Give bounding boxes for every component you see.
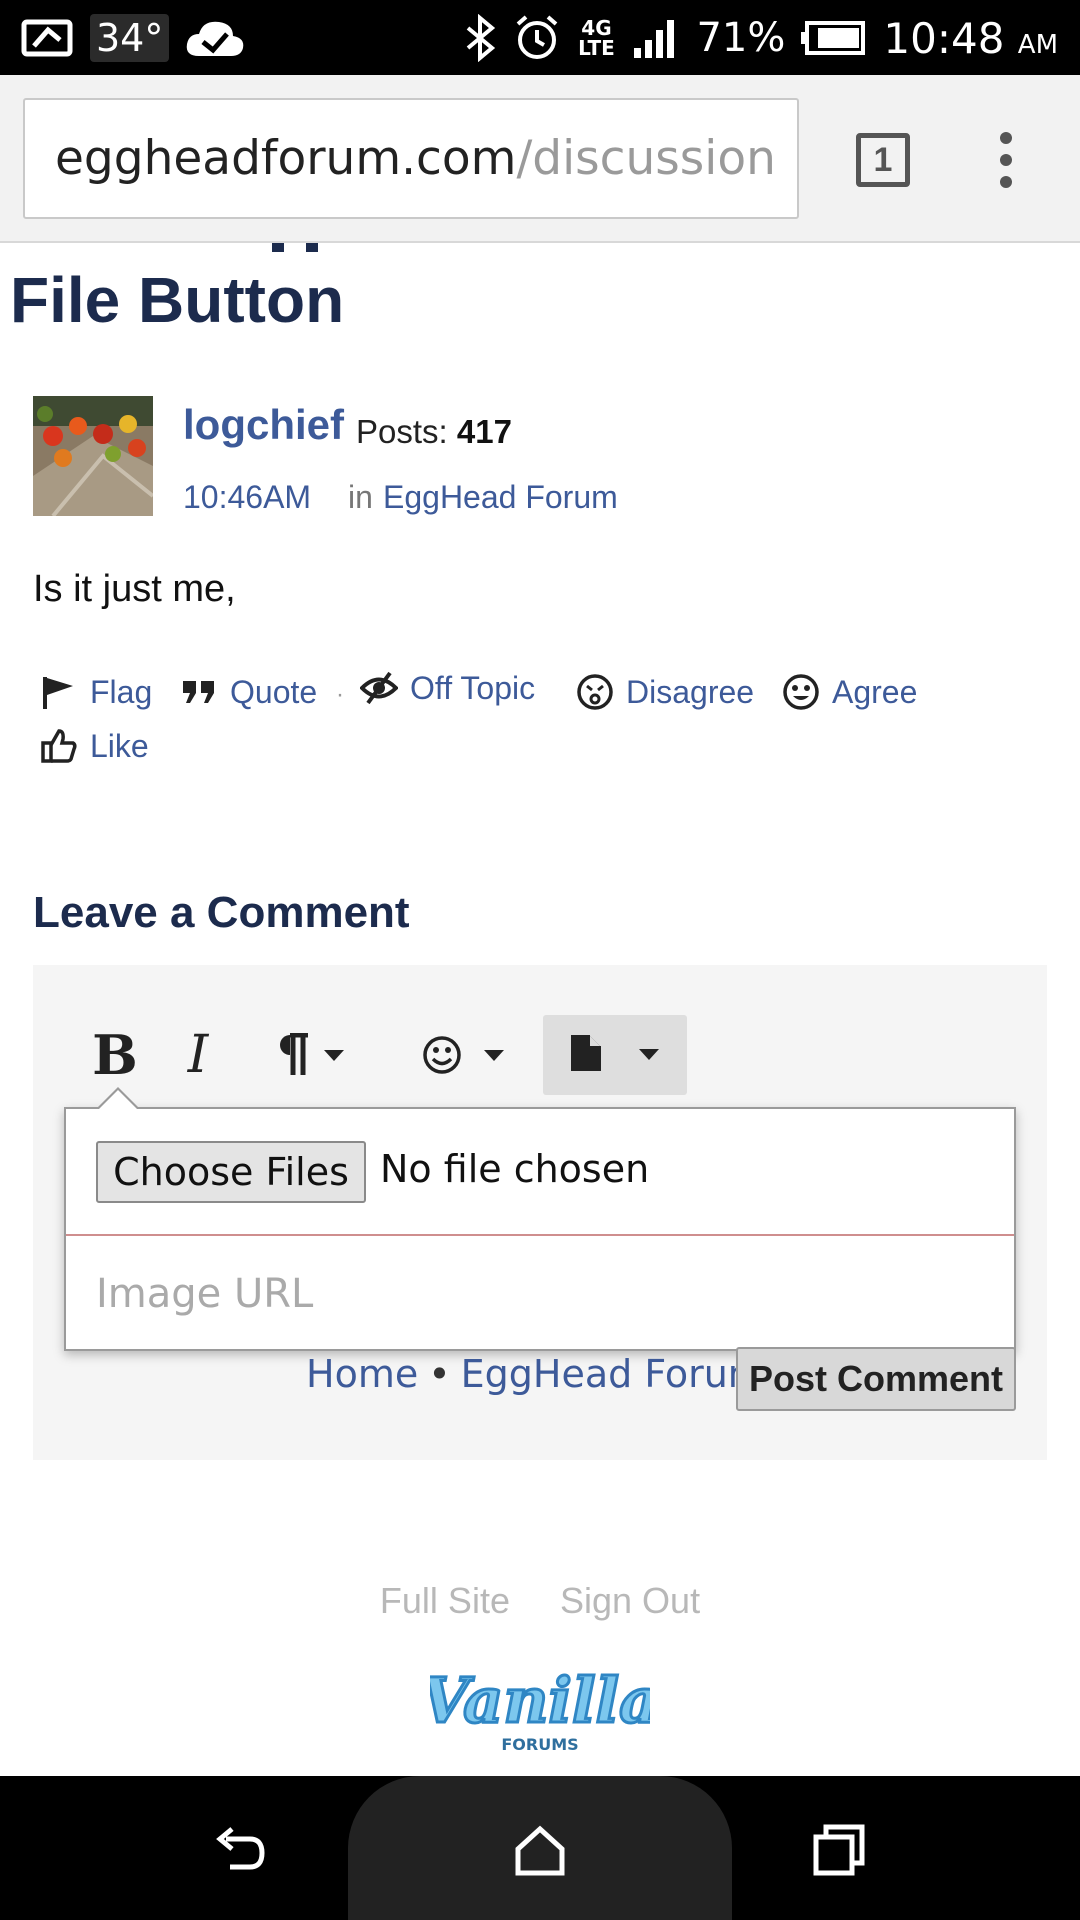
avatar[interactable] bbox=[33, 396, 153, 516]
sign-out-link[interactable]: Sign Out bbox=[560, 1580, 700, 1621]
post-count: Posts: 417 bbox=[356, 413, 512, 450]
off-topic-icon bbox=[360, 671, 398, 705]
off-topic-button[interactable]: Off Topic bbox=[360, 669, 535, 707]
svg-text:Vanilla: Vanilla bbox=[430, 1664, 650, 1737]
alarm-icon bbox=[517, 15, 558, 59]
cloud-check-icon bbox=[187, 21, 244, 56]
footer-links: Full Site Sign Out bbox=[0, 1580, 1080, 1622]
network-type: 4G LTE bbox=[578, 16, 615, 60]
page-title: File Button bbox=[10, 264, 345, 336]
quote-button[interactable]: Quote bbox=[180, 673, 317, 711]
in-label: in bbox=[348, 479, 373, 515]
paragraph-format-button[interactable] bbox=[265, 1015, 355, 1095]
flag-button[interactable]: Flag bbox=[40, 673, 152, 711]
recent-apps-icon[interactable] bbox=[812, 1823, 868, 1879]
post-time-link[interactable]: 10:46AM bbox=[183, 479, 311, 516]
battery-percent: 71% bbox=[696, 15, 786, 61]
file-icon bbox=[571, 1035, 601, 1071]
browser-toolbar: eggheadforum.com/discussion 1 bbox=[0, 75, 1080, 243]
agree-button[interactable]: Agree bbox=[782, 673, 917, 711]
svg-text:FORUMS: FORUMS bbox=[501, 1735, 578, 1754]
italic-button[interactable]: I bbox=[173, 1015, 223, 1095]
quote-icon bbox=[183, 681, 214, 703]
breadcrumb-separator: • bbox=[428, 1352, 451, 1396]
disagree-icon bbox=[577, 674, 613, 710]
comment-heading: Leave a Comment bbox=[33, 888, 410, 937]
category-link[interactable]: EggHead Forum bbox=[383, 479, 618, 516]
popup-arrow bbox=[96, 1087, 140, 1110]
popup-divider bbox=[66, 1234, 1014, 1236]
bold-button[interactable]: B bbox=[85, 1015, 145, 1095]
page-content: File Button logchief Posts: 417 10:46AM … bbox=[0, 243, 1080, 1776]
android-nav-bar bbox=[0, 1776, 1080, 1920]
breadcrumb: Home • EggHead Forum bbox=[306, 1352, 765, 1396]
post-comment-button[interactable]: Post Comment bbox=[736, 1347, 1016, 1411]
back-icon[interactable] bbox=[212, 1823, 268, 1879]
paragraph-icon bbox=[280, 1033, 308, 1075]
reaction-separator: · bbox=[336, 681, 344, 708]
post-body: Is it just me, bbox=[33, 568, 236, 610]
thumbs-up-icon bbox=[41, 729, 77, 763]
home-icon[interactable] bbox=[512, 1823, 568, 1879]
full-site-link[interactable]: Full Site bbox=[380, 1580, 510, 1621]
vanilla-forums-logo[interactable]: Vanilla FORUMS bbox=[419, 1652, 661, 1762]
choose-files-button[interactable]: Choose Files bbox=[96, 1141, 366, 1203]
image-url-input[interactable] bbox=[96, 1259, 976, 1329]
chevron-down-icon bbox=[639, 1049, 659, 1060]
disagree-button[interactable]: Disagree bbox=[576, 673, 754, 711]
flag-icon bbox=[43, 677, 73, 709]
tab-switcher-button[interactable]: 1 bbox=[856, 133, 910, 187]
file-upload-popup: Choose Files No file chosen bbox=[64, 1087, 1016, 1351]
emoji-icon bbox=[423, 1036, 461, 1074]
signal-icon bbox=[634, 20, 675, 58]
url-path: /discussion bbox=[516, 131, 776, 186]
chevron-down-icon bbox=[484, 1049, 504, 1061]
bluetooth-icon bbox=[467, 14, 496, 62]
file-upload-button[interactable] bbox=[543, 1015, 687, 1095]
emoji-button[interactable] bbox=[413, 1015, 513, 1095]
temperature-badge: 34° bbox=[90, 14, 170, 62]
status-bar: 34° 4G LTE 71% 10:48 AM bbox=[0, 0, 1080, 75]
overflow-menu-icon[interactable] bbox=[996, 132, 1016, 188]
author-link[interactable]: logchief bbox=[183, 401, 344, 449]
notification-icon bbox=[21, 19, 73, 57]
clock: 10:48 AM bbox=[883, 13, 1058, 63]
breadcrumb-category-link[interactable]: EggHead Forum bbox=[461, 1352, 765, 1396]
chevron-down-icon bbox=[324, 1049, 344, 1061]
url-domain: eggheadforum.com bbox=[55, 131, 517, 186]
url-bar[interactable]: eggheadforum.com/discussion bbox=[23, 98, 799, 219]
breadcrumb-home-link[interactable]: Home bbox=[306, 1352, 418, 1396]
battery-icon bbox=[801, 21, 866, 55]
no-file-status: No file chosen bbox=[380, 1147, 650, 1191]
like-button[interactable]: Like bbox=[40, 727, 149, 765]
agree-icon bbox=[783, 674, 819, 710]
